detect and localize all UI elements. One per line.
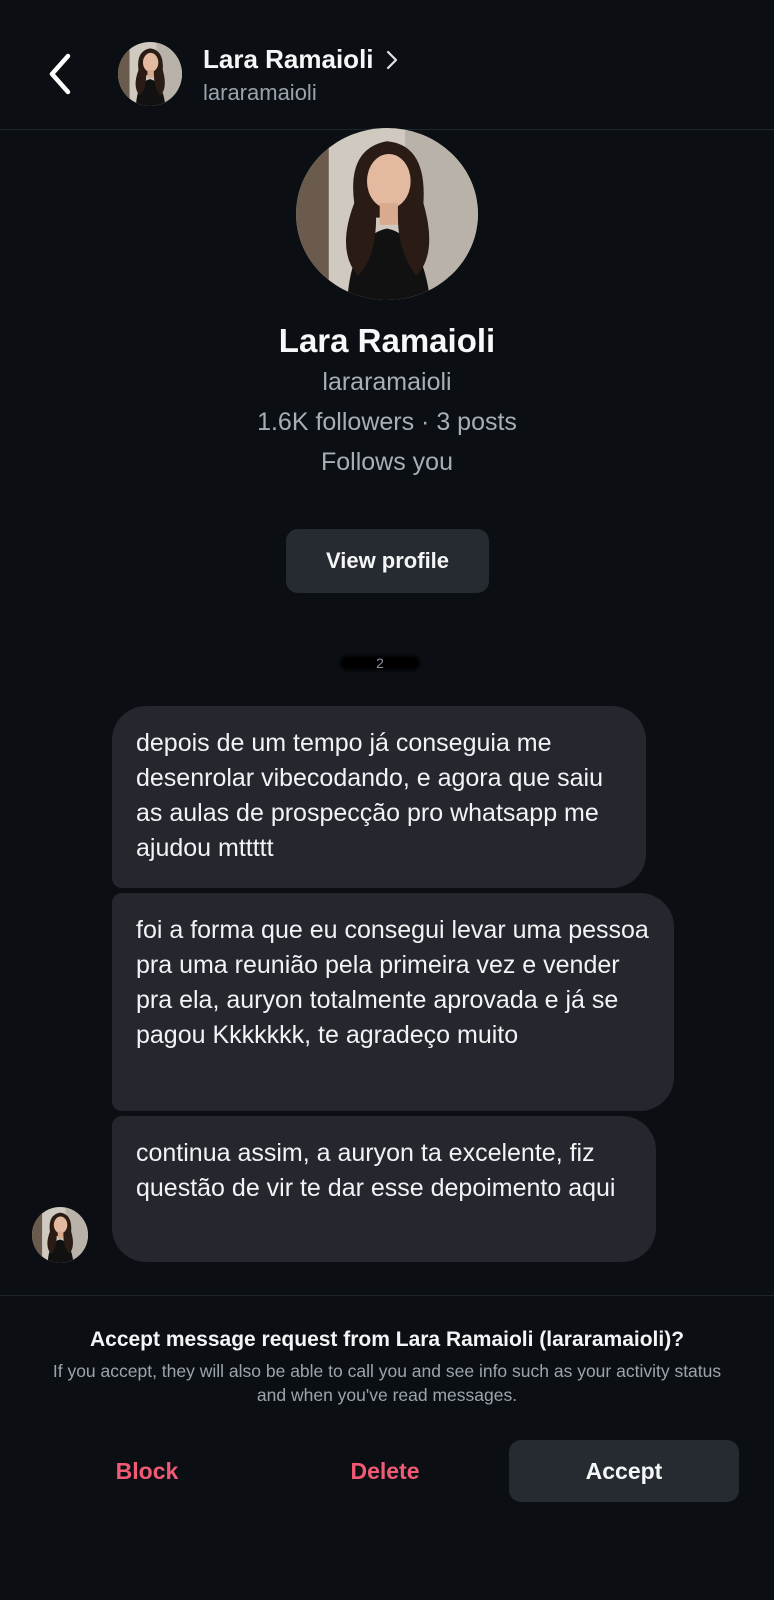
message-bubble[interactable]: depois de um tempo já conseguia me desen…: [112, 706, 646, 888]
sender-avatar[interactable]: [32, 1207, 88, 1263]
avatar[interactable]: [118, 42, 182, 106]
follows-you-label: Follows you: [321, 448, 453, 476]
divider: [0, 1295, 774, 1296]
accept-button[interactable]: Accept: [509, 1440, 739, 1502]
profile-username: lararamaioli: [322, 368, 452, 396]
chevron-right-icon: [386, 50, 398, 70]
request-description: If you accept, they will also be able to…: [52, 1361, 722, 1405]
header-name[interactable]: Lara Ramaioli: [203, 44, 398, 75]
back-button[interactable]: [40, 48, 80, 100]
header-name-label: Lara Ramaioli: [203, 44, 374, 74]
profile-name: Lara Ramaioli: [278, 322, 496, 359]
message-timestamp: 2: [340, 652, 420, 674]
message-bubble[interactable]: continua assim, a auryon ta excelente, f…: [112, 1116, 656, 1262]
view-profile-button[interactable]: View profile: [286, 529, 489, 593]
timestamp-text: 2: [376, 655, 384, 671]
profile-avatar[interactable]: [296, 128, 478, 300]
header-username: lararamaioli: [203, 80, 317, 105]
chevron-left-icon: [49, 53, 71, 95]
message-bubble[interactable]: foi a forma que eu consegui levar uma pe…: [112, 893, 674, 1111]
profile-stats: 1.6K followers · 3 posts: [257, 408, 517, 436]
request-title: Accept message request from Lara Ramaiol…: [89, 1328, 685, 1351]
conversation-header: Lara Ramaioli lararamaioli: [0, 0, 774, 130]
block-button[interactable]: Block: [72, 1440, 222, 1502]
delete-button[interactable]: Delete: [310, 1440, 460, 1502]
